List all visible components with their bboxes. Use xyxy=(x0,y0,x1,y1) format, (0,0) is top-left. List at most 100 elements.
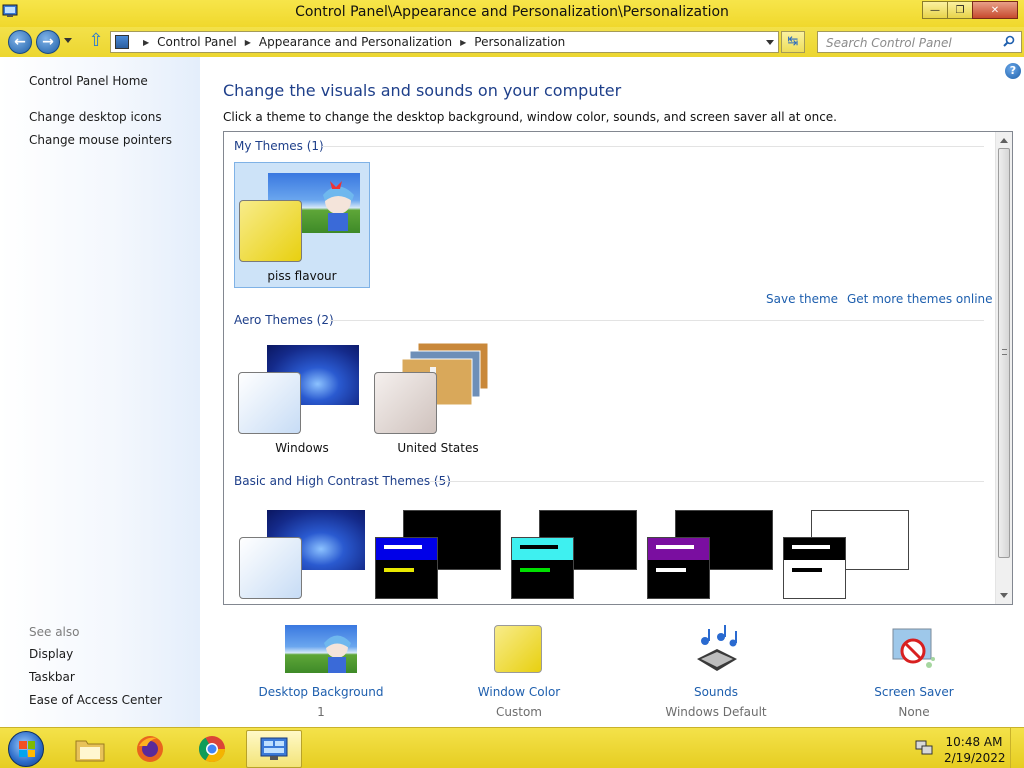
close-button[interactable]: ✕ xyxy=(972,1,1018,19)
firefox-icon xyxy=(137,736,163,762)
theme-name: piss flavour xyxy=(267,269,337,283)
see-also-heading: See also xyxy=(29,625,80,639)
screen-saver-button[interactable]: Screen Saver None xyxy=(834,623,994,723)
screen-saver-value: None xyxy=(898,705,930,719)
desktop-background-value: 1 xyxy=(317,705,325,719)
theme-color-swatch xyxy=(783,537,846,599)
display-link[interactable]: Display xyxy=(29,647,73,661)
window-color-button[interactable]: Window Color Custom xyxy=(439,623,599,723)
scroll-down-icon[interactable] xyxy=(1000,593,1008,598)
up-arrow-icon[interactable]: ⇧ xyxy=(87,32,105,52)
main-content: ? Change the visuals and sounds on your … xyxy=(200,57,1024,727)
address-bar[interactable]: ▶ Control Panel ▶ Appearance and Persona… xyxy=(110,31,779,53)
sounds-icon xyxy=(697,625,737,671)
help-icon[interactable]: ? xyxy=(1005,63,1021,79)
divider xyxy=(330,320,984,321)
control-panel-icon xyxy=(115,35,129,49)
theme-high-contrast-2[interactable] xyxy=(511,510,647,604)
desktop-background-label: Desktop Background xyxy=(258,685,384,699)
sounds-value: Windows Default xyxy=(665,705,767,719)
theme-color-swatch xyxy=(375,537,438,599)
ease-of-access-link[interactable]: Ease of Access Center xyxy=(29,693,162,707)
group-my-themes: My Themes (1) xyxy=(234,139,324,153)
search-icon[interactable] xyxy=(1003,35,1015,47)
breadcrumb: ▶ Control Panel ▶ Appearance and Persona… xyxy=(135,35,565,49)
system-clock[interactable]: 10:48 AM 2/19/2022 xyxy=(944,734,1006,766)
control-panel-home-link[interactable]: Control Panel Home xyxy=(29,74,148,88)
theme-color-swatch xyxy=(647,537,710,599)
divider xyxy=(430,481,984,482)
taskbar-link[interactable]: Taskbar xyxy=(29,670,75,684)
back-button[interactable]: ← xyxy=(8,30,32,54)
address-dropdown-icon[interactable] xyxy=(766,40,774,45)
breadcrumb-appearance[interactable]: Appearance and Personalization xyxy=(259,35,452,49)
clock-time: 10:48 AM xyxy=(945,735,1003,749)
change-mouse-pointers-link[interactable]: Change mouse pointers xyxy=(29,133,172,147)
desktop-background-icon xyxy=(285,625,357,673)
theme-windows-basic[interactable] xyxy=(239,510,375,604)
page-subtitle: Click a theme to change the desktop back… xyxy=(223,110,837,124)
task-pane: Control Panel Home Change desktop icons … xyxy=(0,57,200,727)
theme-color-swatch xyxy=(239,200,302,262)
theme-windows[interactable]: Windows xyxy=(234,335,370,461)
file-explorer-taskbar-button[interactable] xyxy=(62,730,118,768)
folder-icon xyxy=(75,740,105,762)
scrollbar-thumb[interactable] xyxy=(998,148,1010,558)
theme-list[interactable]: My Themes (1) piss flavour Save theme Ge… xyxy=(223,131,1013,605)
window-color-value: Custom xyxy=(496,705,542,719)
group-aero-themes: Aero Themes (2) xyxy=(234,313,334,327)
title-bar: Control Panel\Appearance and Personaliza… xyxy=(0,0,1024,27)
minimize-button[interactable]: — xyxy=(922,1,948,19)
theme-high-contrast-black[interactable] xyxy=(647,510,783,604)
theme-color-swatch xyxy=(511,537,574,599)
sounds-button[interactable]: Sounds Windows Default xyxy=(636,623,796,723)
search-placeholder: Search Control Panel xyxy=(826,36,952,50)
network-icon[interactable] xyxy=(915,740,933,756)
theme-united-states[interactable]: United States xyxy=(370,335,506,461)
theme-name: Windows xyxy=(275,441,329,455)
chevron-right-icon[interactable]: ▶ xyxy=(460,38,466,47)
breadcrumb-control-panel[interactable]: Control Panel xyxy=(157,35,237,49)
restore-button[interactable]: ❐ xyxy=(947,1,973,19)
window-color-icon xyxy=(494,625,542,673)
control-panel-taskbar-button[interactable] xyxy=(246,730,302,768)
breadcrumb-personalization[interactable]: Personalization xyxy=(474,35,565,49)
get-more-themes-link[interactable]: Get more themes online xyxy=(847,292,993,306)
recent-pages-dropdown[interactable] xyxy=(64,38,72,43)
theme-color-swatch xyxy=(238,372,301,434)
theme-color-swatch xyxy=(374,372,437,434)
chevron-right-icon[interactable]: ▶ xyxy=(245,38,251,47)
clock-date: 2/19/2022 xyxy=(944,751,1006,765)
change-desktop-icons-link[interactable]: Change desktop icons xyxy=(29,110,162,124)
window-color-label: Window Color xyxy=(477,685,561,699)
screen-saver-label: Screen Saver xyxy=(874,685,954,699)
search-input[interactable]: Search Control Panel xyxy=(817,31,1022,53)
theme-name: United States xyxy=(397,441,479,455)
refresh-button[interactable]: ↹ xyxy=(781,31,805,53)
theme-color-swatch xyxy=(239,537,302,599)
navigation-bar: ← → ⇧ ▶ Control Panel ▶ Appearance and P… xyxy=(0,27,1024,57)
vertical-scrollbar[interactable] xyxy=(995,132,1012,604)
firefox-taskbar-button[interactable] xyxy=(122,730,178,768)
save-theme-link[interactable]: Save theme xyxy=(766,292,838,306)
chrome-icon xyxy=(198,736,226,763)
theme-high-contrast-1[interactable] xyxy=(375,510,511,604)
control-panel-icon xyxy=(260,737,288,760)
chrome-taskbar-button[interactable] xyxy=(184,730,240,768)
show-desktop-button[interactable] xyxy=(1010,728,1024,768)
divider xyxy=(322,146,984,147)
start-button[interactable] xyxy=(8,731,44,767)
sounds-label: Sounds xyxy=(693,685,739,699)
screen-saver-icon xyxy=(892,628,935,668)
group-basic-themes: Basic and High Contrast Themes (5) xyxy=(234,474,451,488)
theme-piss-flavour[interactable]: piss flavour xyxy=(234,162,370,288)
windows-logo-icon xyxy=(19,741,35,757)
forward-button[interactable]: → xyxy=(36,30,60,54)
theme-high-contrast-white[interactable] xyxy=(783,510,919,604)
chevron-right-icon[interactable]: ▶ xyxy=(143,38,149,47)
taskbar: 10:48 AM 2/19/2022 xyxy=(0,727,1024,768)
desktop-background-button[interactable]: Desktop Background 1 xyxy=(241,623,401,723)
scroll-up-icon[interactable] xyxy=(1000,138,1008,143)
window-title: Control Panel\Appearance and Personaliza… xyxy=(295,4,729,20)
page-title: Change the visuals and sounds on your co… xyxy=(223,81,622,100)
